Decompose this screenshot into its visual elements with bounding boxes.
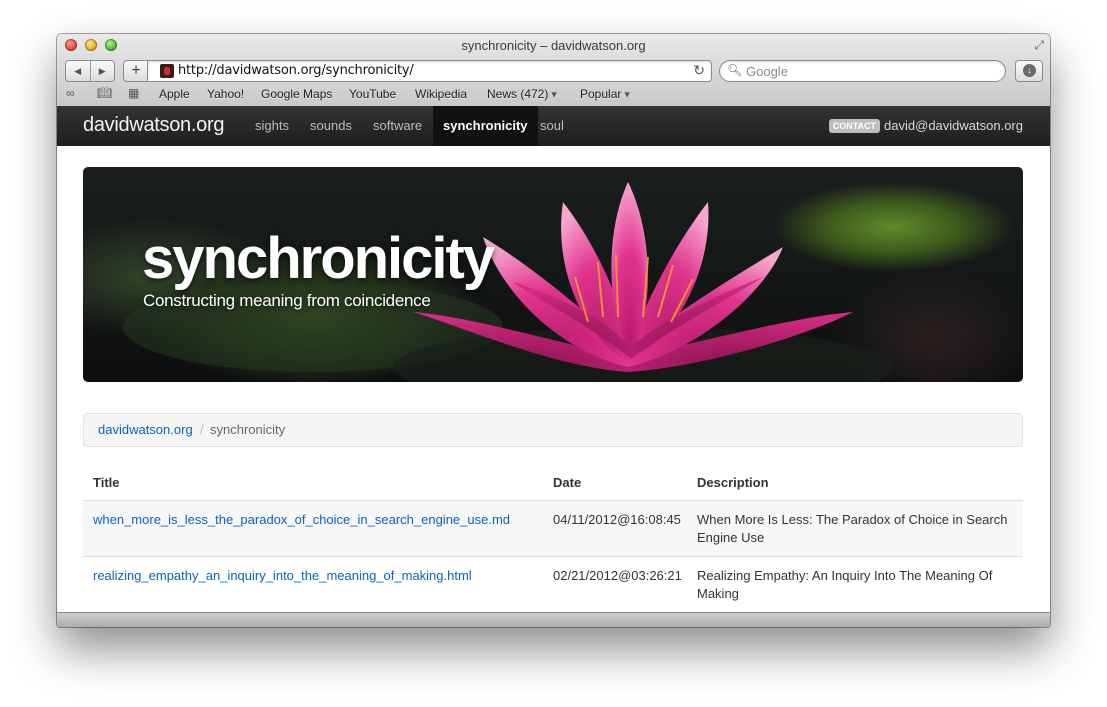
site-navbar: davidwatson.org sights sounds software s… <box>57 106 1050 146</box>
breadcrumb-current: synchronicity <box>210 422 286 437</box>
row-title-link[interactable]: when_more_is_less_the_paradox_of_choice_… <box>93 511 510 529</box>
download-icon: ↓ <box>1023 64 1036 77</box>
row-title-link[interactable]: realizing_empathy_an_inquiry_into_the_me… <box>93 567 472 585</box>
row-description-line1: Realizing Empathy: An Inquiry Into The M… <box>697 568 993 583</box>
bookmark-apple[interactable]: Apple <box>159 87 190 101</box>
bookmark-popular-folder[interactable]: Popular <box>580 87 630 101</box>
status-bar <box>57 612 1050 627</box>
hero-banner: synchronicity Constructing meaning from … <box>83 167 1023 382</box>
browser-chrome: synchronicity – davidwatson.org ⤢ ◀ ▶ + … <box>57 34 1050 107</box>
row-description-line2: Engine Use <box>697 530 765 545</box>
nav-sounds[interactable]: sounds <box>300 106 362 146</box>
bookmarks-icon[interactable]: 📖︎ <box>97 86 112 100</box>
fullscreen-icon[interactable]: ⤢ <box>1034 38 1044 53</box>
reading-list-icon[interactable]: ∞ <box>66 86 75 100</box>
bookmark-yahoo[interactable]: Yahoo! <box>207 87 244 101</box>
bookmark-google-maps[interactable]: Google Maps <box>261 87 332 101</box>
site-favicon-icon <box>160 64 174 78</box>
table-row: when_more_is_less_the_paradox_of_choice_… <box>83 501 1023 556</box>
contact-link[interactable]: CONTACT david@davidwatson.org <box>828 118 1023 133</box>
nav-synchronicity[interactable]: synchronicity <box>433 106 538 146</box>
bookmark-youtube[interactable]: YouTube <box>349 87 396 101</box>
window-title: synchronicity – davidwatson.org <box>461 38 646 53</box>
row-description-line2: Making <box>697 586 739 601</box>
row-date: 02/21/2012@03:26:21 <box>553 568 682 583</box>
breadcrumb-separator: / <box>200 422 204 437</box>
search-icon: 🔍︎ <box>727 63 743 77</box>
search-field[interactable]: 🔍︎ Google <box>719 60 1006 82</box>
breadcrumb: davidwatson.org / synchronicity <box>83 413 1023 447</box>
address-bar[interactable]: http://davidwatson.org/synchronicity/ ↻ <box>147 60 712 82</box>
url-text[interactable]: http://davidwatson.org/synchronicity/ <box>178 63 414 78</box>
column-header-title: Title <box>93 475 120 490</box>
site-brand[interactable]: davidwatson.org <box>83 114 224 137</box>
forward-button[interactable]: ▶ <box>91 61 115 81</box>
contact-badge: CONTACT <box>828 119 881 133</box>
contact-email[interactable]: david@davidwatson.org <box>884 118 1023 133</box>
back-button[interactable]: ◀ <box>66 61 91 81</box>
table-row: realizing_empathy_an_inquiry_into_the_me… <box>83 557 1023 612</box>
browser-window: synchronicity – davidwatson.org ⤢ ◀ ▶ + … <box>57 34 1050 627</box>
downloads-button[interactable]: ↓ <box>1015 60 1043 82</box>
search-placeholder[interactable]: Google <box>746 64 788 79</box>
reload-icon[interactable]: ↻ <box>693 62 705 79</box>
hero-title: synchronicity <box>142 226 495 291</box>
bookmark-news-folder[interactable]: News (472) <box>487 87 557 101</box>
hero-subtitle: Constructing meaning from coincidence <box>143 291 431 310</box>
add-bookmark-button[interactable]: + <box>123 60 148 82</box>
bookmarks-bar: ∞ 📖︎ ▦ Apple Yahoo! Google Maps YouTube … <box>57 84 1050 104</box>
nav-software[interactable]: software <box>363 106 432 146</box>
row-description-line1: When More Is Less: The Paradox of Choice… <box>697 512 1008 527</box>
back-forward-buttons: ◀ ▶ <box>65 60 115 82</box>
row-date: 04/11/2012@16:08:45 <box>553 512 681 527</box>
bookmark-wikipedia[interactable]: Wikipedia <box>415 87 467 101</box>
column-header-date: Date <box>553 475 582 490</box>
nav-sights[interactable]: sights <box>245 106 299 146</box>
breadcrumb-home-link[interactable]: davidwatson.org <box>98 414 193 446</box>
top-sites-icon[interactable]: ▦ <box>128 86 139 100</box>
nav-soul[interactable]: soul <box>530 106 574 146</box>
column-header-description: Description <box>697 475 769 490</box>
